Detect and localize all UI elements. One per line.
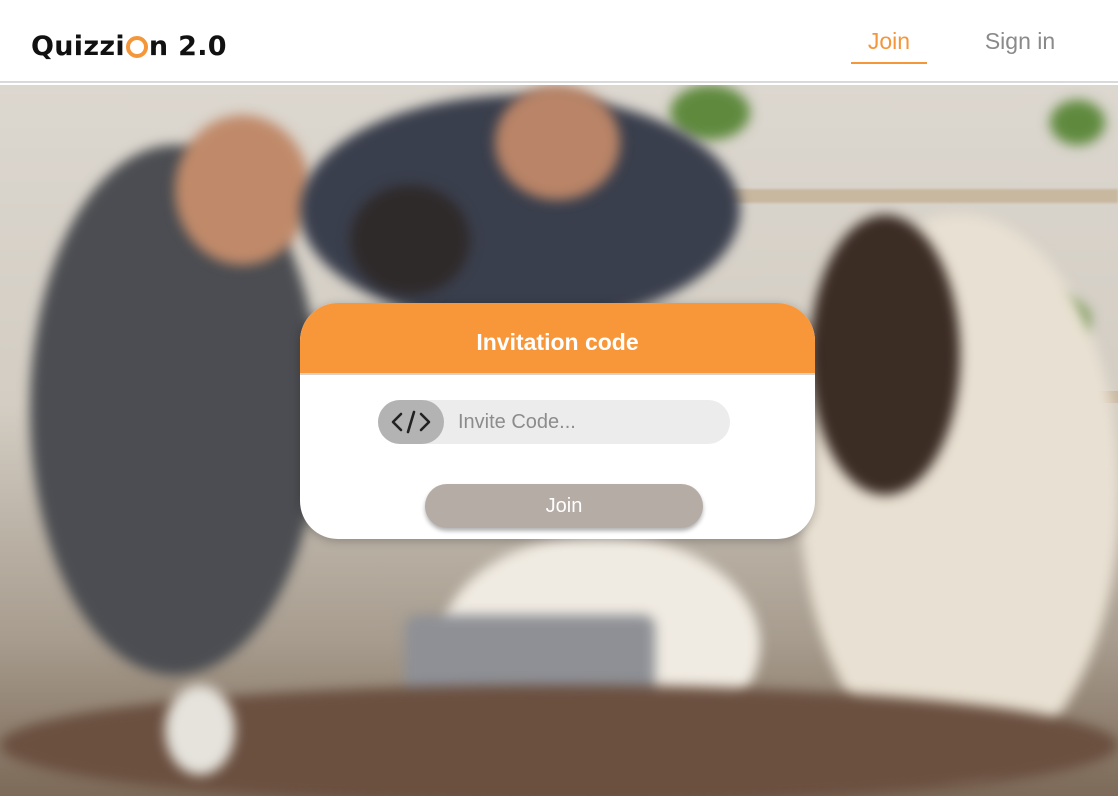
background-person <box>350 185 470 295</box>
background-person <box>810 215 960 495</box>
modal-title: Invitation code <box>476 329 639 355</box>
logo-text-suffix: n 2.0 <box>148 30 227 62</box>
invitation-modal: Invitation code Join <box>300 303 815 539</box>
code-brackets-icon-glyph <box>391 410 431 434</box>
nav-active-indicator <box>851 62 927 64</box>
app-logo[interactable]: Quizzi n 2.0 <box>31 28 227 64</box>
logo-o-mark <box>125 36 148 58</box>
join-button[interactable]: Join <box>425 484 703 528</box>
logo-text-prefix: Quizzi <box>31 30 125 62</box>
background-mug <box>165 685 235 775</box>
nav-join-link[interactable]: Join <box>851 28 927 64</box>
code-brackets-icon <box>378 400 444 444</box>
nav-signin-link[interactable]: Sign in <box>984 28 1056 64</box>
top-navbar: Quizzi n 2.0 Join Sign in <box>0 0 1118 83</box>
background-person <box>495 85 620 200</box>
modal-header: Invitation code <box>300 303 815 375</box>
invite-code-field[interactable] <box>378 400 730 444</box>
background-shelf <box>728 189 1118 203</box>
invite-code-input[interactable] <box>458 400 720 444</box>
background-plant <box>1050 100 1105 145</box>
background-person <box>175 115 310 265</box>
